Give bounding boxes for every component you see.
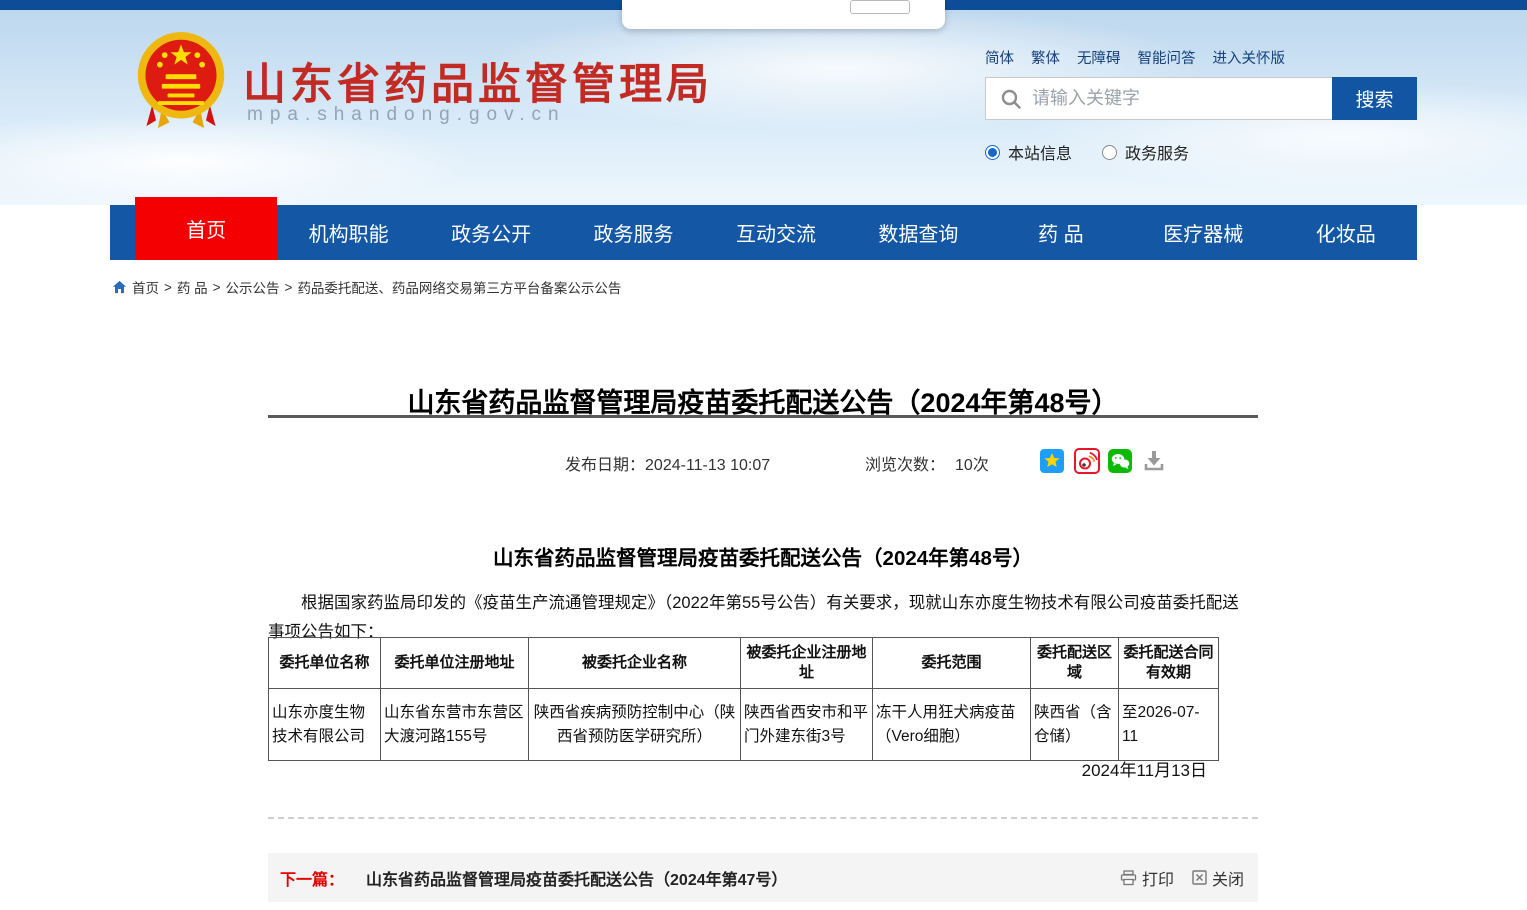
nav-item-cosmetics[interactable]: 化妆品 [1275,205,1417,260]
radio-selected-icon[interactable] [985,145,1000,160]
cell-scope: 冻干人用狂犬病疫苗（Vero细胞） [873,689,1031,761]
publish-date-label: 发布日期： [565,457,645,474]
close-icon [1192,870,1207,885]
table-header-row: 委托单位名称 委托单位注册地址 被委托企业名称 被委托企业注册地址 委托范围 委… [269,638,1219,689]
next-article-link[interactable]: 山东省药品监督管理局疫苗委托配送公告（2024年第47号） [366,866,787,890]
top-utility-links: 简体 繁体 无障碍 智能问答 进入关怀版 [985,47,1285,68]
col-header: 委托配送合同有效期 [1119,638,1219,689]
print-label: 打印 [1142,866,1174,890]
col-header: 被委托企业名称 [529,638,741,689]
radio-gov-service[interactable]: 政务服务 [1102,140,1189,164]
search-input[interactable] [1032,88,1332,109]
link-simplified[interactable]: 简体 [985,47,1014,68]
site-title: 山东省药品监督管理局 [243,50,713,112]
site-url: mpa.shandong.gov.cn [247,104,566,126]
popup-field[interactable] [850,0,910,14]
cell-entrusted-enterprise: 陕西省疾病预防控制中心（陕西省预防医学研究所） [529,689,741,761]
nav-item-gov-service[interactable]: 政务服务 [562,205,704,260]
table-row: 山东亦度生物技术有限公司 山东省东营市东营区大渡河路155号 陕西省疾病预防控制… [269,689,1219,761]
view-count: 浏览次数： 10次 [865,451,989,475]
breadcrumb: 首页 > 药 品 > 公示公告 > 药品委托配送、药品网络交易第三方平台备案公示… [112,277,621,297]
nav-item-medical-devices[interactable]: 医疗器械 [1132,205,1274,260]
search-icon [1000,88,1022,110]
search-box: 搜索 [985,77,1417,120]
col-header: 委托单位注册地址 [381,638,529,689]
print-button[interactable]: 打印 [1120,866,1174,890]
breadcrumb-current[interactable]: 药品委托配送、药品网络交易第三方平台备案公示公告 [297,277,621,297]
dashed-divider [268,817,1258,819]
delegation-table: 委托单位名称 委托单位注册地址 被委托企业名称 被委托企业注册地址 委托范围 委… [268,637,1219,761]
cell-entrusting-unit: 山东亦度生物技术有限公司 [269,689,381,761]
radio-site-info[interactable]: 本站信息 [985,140,1072,164]
next-article-label[interactable]: 下一篇： [280,866,344,890]
view-count-label: 浏览次数： [865,457,945,474]
weibo-share-icon[interactable] [1074,448,1100,474]
cell-entrusted-address: 陕西省西安市和平门外建东街3号 [741,689,873,761]
sign-date: 2024年11月13日 [268,756,1207,781]
nav-item-interaction[interactable]: 互动交流 [705,205,847,260]
search-scope-options: 本站信息 政务服务 [985,140,1189,164]
col-header: 委托配送区域 [1031,638,1119,689]
browser-popup-overlay [622,0,945,29]
qzone-share-icon[interactable] [1040,448,1066,474]
radio-gov-service-label: 政务服务 [1125,140,1189,164]
printer-icon [1120,870,1137,886]
radio-site-info-label: 本站信息 [1008,140,1072,164]
breadcrumb-separator: > [164,280,172,295]
close-label: 关闭 [1212,866,1244,890]
col-header: 委托单位名称 [269,638,381,689]
main-nav: 首页 机构职能 政务公开 政务服务 互动交流 数据查询 药 品 医疗器械 化妆品 [110,205,1417,260]
nav-item-functions[interactable]: 机构职能 [277,205,419,260]
link-smart-qa[interactable]: 智能问答 [1138,47,1196,68]
nav-item-drugs[interactable]: 药 品 [990,205,1132,260]
publish-date-value: 2024-11-13 10:07 [645,457,770,474]
national-emblem-logo [133,30,229,132]
footer-bar: 下一篇： 山东省药品监督管理局疫苗委托配送公告（2024年第47号） 打印 [268,853,1258,902]
cell-entrusting-address: 山东省东营市东营区大渡河路155号 [381,689,529,761]
home-icon [112,280,127,294]
breadcrumb-drugs[interactable]: 药 品 [177,277,208,297]
nav-item-data-query[interactable]: 数据查询 [847,205,989,260]
nav-item-home[interactable]: 首页 [135,197,277,260]
radio-unselected-icon[interactable] [1102,145,1117,160]
article-body-title: 山东省药品监督管理局疫苗委托配送公告（2024年第48号） [268,541,1258,571]
view-count-value: 10次 [955,457,989,474]
link-accessibility[interactable]: 无障碍 [1077,47,1121,68]
share-buttons [1040,448,1168,474]
close-button[interactable]: 关闭 [1192,866,1244,890]
page: 山东省药品监督管理局 mpa.shandong.gov.cn 简体 繁体 无障碍… [0,0,1527,910]
breadcrumb-separator: > [285,280,293,295]
footer-actions: 打印 关闭 [1120,866,1244,890]
breadcrumb-home[interactable]: 首页 [132,277,159,297]
nav-item-gov-disclosure[interactable]: 政务公开 [420,205,562,260]
col-header: 被委托企业注册地址 [741,638,873,689]
link-care-version[interactable]: 进入关怀版 [1213,47,1286,68]
publish-date: 发布日期：2024-11-13 10:07 [565,451,770,475]
cell-contract-validity: 至2026-07-11 [1119,689,1219,761]
cell-region: 陕西省（含仓储） [1031,689,1119,761]
download-icon[interactable] [1142,448,1168,474]
breadcrumb-separator: > [213,280,221,295]
title-divider [268,415,1258,418]
wechat-share-icon[interactable] [1108,448,1134,474]
link-traditional[interactable]: 繁体 [1031,47,1060,68]
col-header: 委托范围 [873,638,1031,689]
breadcrumb-announcements[interactable]: 公示公告 [226,277,280,297]
search-button[interactable]: 搜索 [1332,77,1417,120]
